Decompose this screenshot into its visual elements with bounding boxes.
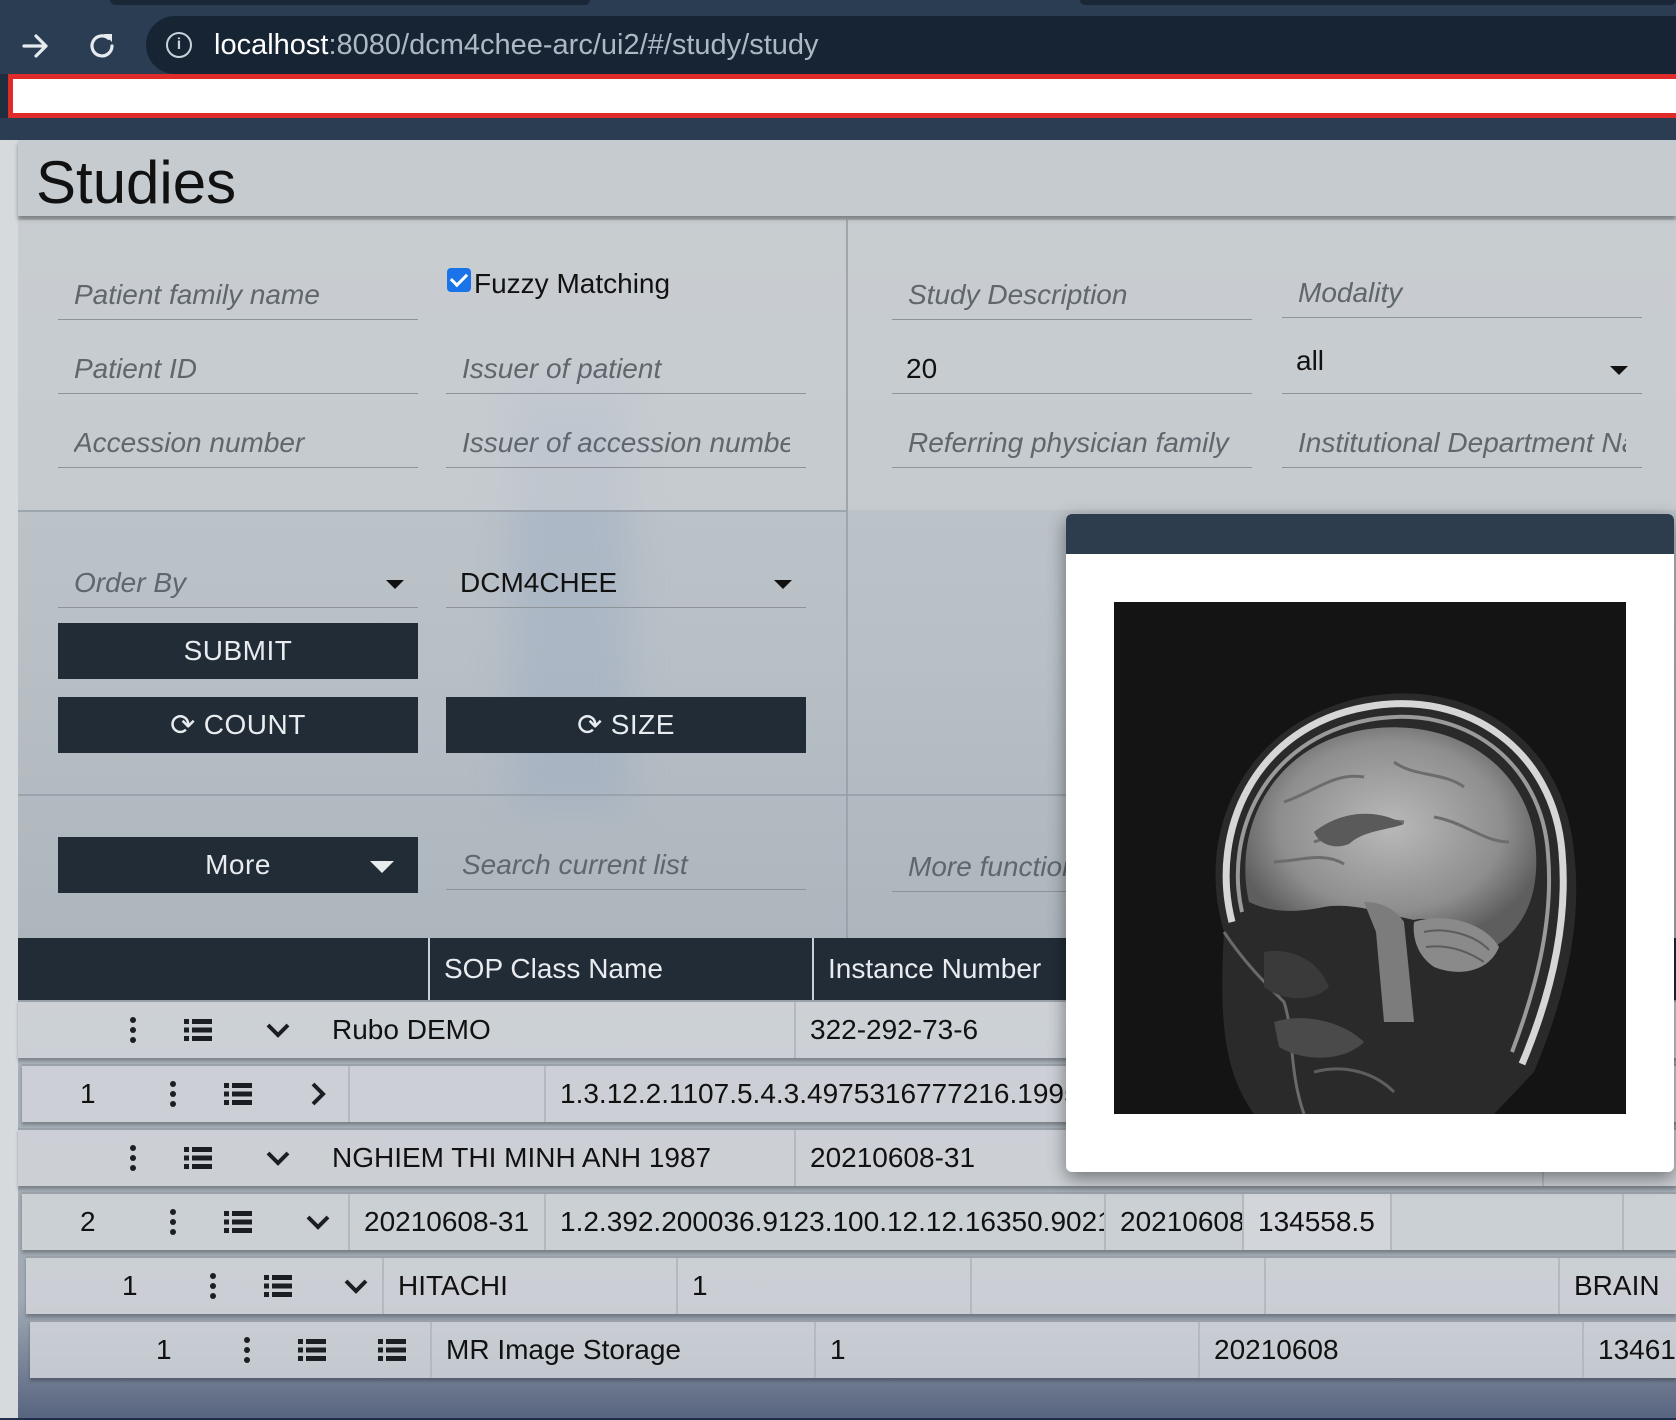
browser-divider <box>0 118 1676 140</box>
divider <box>18 510 846 512</box>
issuer-of-accession-input[interactable]: Issuer of accession numbe <box>446 420 806 468</box>
divider <box>18 794 1066 796</box>
page-header: Studies <box>18 140 1676 216</box>
fuzzy-matching-checkbox[interactable] <box>447 268 471 292</box>
browser-tab[interactable] <box>110 0 590 5</box>
chevron-down-icon[interactable] <box>258 1002 298 1058</box>
find-bar-input[interactable] <box>8 74 1676 118</box>
browser-toolbar: i localhost:8080/dcm4chee-arc/ui2/#/stud… <box>0 8 1676 74</box>
list-icon[interactable] <box>178 1002 218 1058</box>
referring-physician-input[interactable]: Referring physician family n <box>892 420 1252 468</box>
dialog-header[interactable] <box>1066 514 1674 554</box>
modality-select[interactable]: all <box>1282 345 1642 394</box>
study-uid-cell: 1.3.12.2.1107.5.4.3.4975316777216.1995 <box>544 1066 1104 1122</box>
empty-cell <box>1390 1194 1622 1250</box>
list-icon[interactable] <box>218 1194 258 1250</box>
accession-cell: 20210608-31 <box>348 1194 544 1250</box>
table-row-study: 2 20210608-31 1.2.392.200036.9123.100.12… <box>22 1192 1676 1250</box>
list-icon[interactable] <box>178 1130 218 1186</box>
refresh-icon: ⟳ <box>577 708 603 742</box>
study-time-cell: 134558.5 <box>1242 1194 1390 1250</box>
submit-button[interactable]: SUBMIT <box>58 623 418 679</box>
list-icon[interactable] <box>292 1322 332 1378</box>
count-button[interactable]: ⟳ COUNT <box>58 697 418 753</box>
limit-input[interactable]: 20 <box>892 346 1252 394</box>
page-title: Studies <box>36 149 237 216</box>
forward-icon[interactable] <box>14 24 58 68</box>
study-date-cell: 20210608 <box>1104 1194 1260 1250</box>
list-icon[interactable] <box>258 1258 298 1314</box>
modality-input[interactable]: Modality <box>1282 270 1642 318</box>
more-actions-icon[interactable] <box>158 1066 188 1122</box>
study-description-input[interactable]: Study Description <box>892 272 1252 320</box>
image-viewer-dialog <box>1066 514 1674 1172</box>
table-row-instance: 1 MR Image Storage 1 20210608 134614 <box>30 1320 1676 1378</box>
aet-select[interactable]: DCM4CHEE <box>446 560 806 608</box>
body-part-cell: BRAIN <box>1558 1258 1676 1314</box>
list-icon[interactable] <box>218 1066 258 1122</box>
empty-cell <box>1264 1258 1558 1314</box>
more-actions-icon[interactable] <box>158 1194 188 1250</box>
chevron-down-icon[interactable] <box>258 1130 298 1186</box>
more-dropdown-button[interactable]: More <box>58 837 418 893</box>
table-row-series: 1 HITACHI 1 BRAIN <box>26 1256 1676 1314</box>
chevron-down-icon[interactable] <box>298 1194 338 1250</box>
sop-class-cell: MR Image Storage <box>430 1322 814 1378</box>
series-number-cell: 1 <box>676 1258 970 1314</box>
chevron-down-icon <box>386 580 404 589</box>
study-uid-cell: 1.2.392.200036.9123.100.12.12.16350.9021 <box>544 1194 1104 1250</box>
refresh-icon: ⟳ <box>170 708 196 742</box>
row-index-cell: 1 <box>122 1270 138 1301</box>
instance-number-cell: 1 <box>814 1322 1198 1378</box>
row-index-cell: 1 <box>156 1334 172 1365</box>
patient-name-cell: Rubo DEMO <box>332 1014 491 1045</box>
more-actions-icon[interactable] <box>232 1322 262 1378</box>
chevron-down-icon <box>774 580 792 589</box>
more-actions-icon[interactable] <box>118 1002 148 1058</box>
fuzzy-matching-label: Fuzzy Matching <box>474 268 671 299</box>
chevron-down-icon <box>370 861 394 873</box>
site-info-icon[interactable]: i <box>166 32 192 58</box>
row-index-cell: 1 <box>80 1078 96 1109</box>
empty-cell <box>970 1258 1264 1314</box>
chevron-right-icon[interactable] <box>298 1066 338 1122</box>
more-actions-icon[interactable] <box>198 1258 228 1314</box>
reload-icon[interactable] <box>80 24 124 68</box>
column-header-sop-class[interactable]: SOP Class Name <box>428 938 812 1000</box>
list-icon[interactable] <box>372 1322 412 1378</box>
patient-family-name-input[interactable]: Patient family name <box>58 272 418 320</box>
manufacturer-cell: HITACHI <box>382 1258 676 1314</box>
content-time-cell: 134614 <box>1582 1322 1676 1378</box>
more-actions-icon[interactable] <box>118 1130 148 1186</box>
browser-tab[interactable] <box>1080 0 1676 5</box>
issuer-of-patient-input[interactable]: Issuer of patient <box>446 346 806 394</box>
browser-tabstrip <box>0 0 1676 8</box>
patient-id-input[interactable]: Patient ID <box>58 346 418 394</box>
chevron-down-icon[interactable] <box>336 1258 376 1314</box>
content-date-cell: 20210608 <box>1198 1322 1582 1378</box>
size-button[interactable]: ⟳ SIZE <box>446 697 806 753</box>
chevron-down-icon <box>1610 366 1628 375</box>
accession-number-input[interactable]: Accession number <box>58 420 418 468</box>
left-edge <box>0 140 18 1418</box>
row-index-cell: 2 <box>80 1206 96 1237</box>
mri-image <box>1114 602 1626 1115</box>
institutional-department-input[interactable]: Institutional Department Na <box>1282 420 1642 468</box>
empty-cell <box>1622 1194 1676 1250</box>
accession-cell <box>348 1066 544 1122</box>
search-current-list-input[interactable]: Search current list <box>446 842 806 890</box>
divider <box>846 220 848 938</box>
order-by-select[interactable]: Order By <box>58 560 418 608</box>
address-bar[interactable]: i localhost:8080/dcm4chee-arc/ui2/#/stud… <box>146 16 1676 74</box>
patient-name-cell: NGHIEM THI MINH ANH 1987 <box>332 1142 712 1173</box>
url-text[interactable]: localhost:8080/dcm4chee-arc/ui2/#/study/… <box>214 29 819 62</box>
